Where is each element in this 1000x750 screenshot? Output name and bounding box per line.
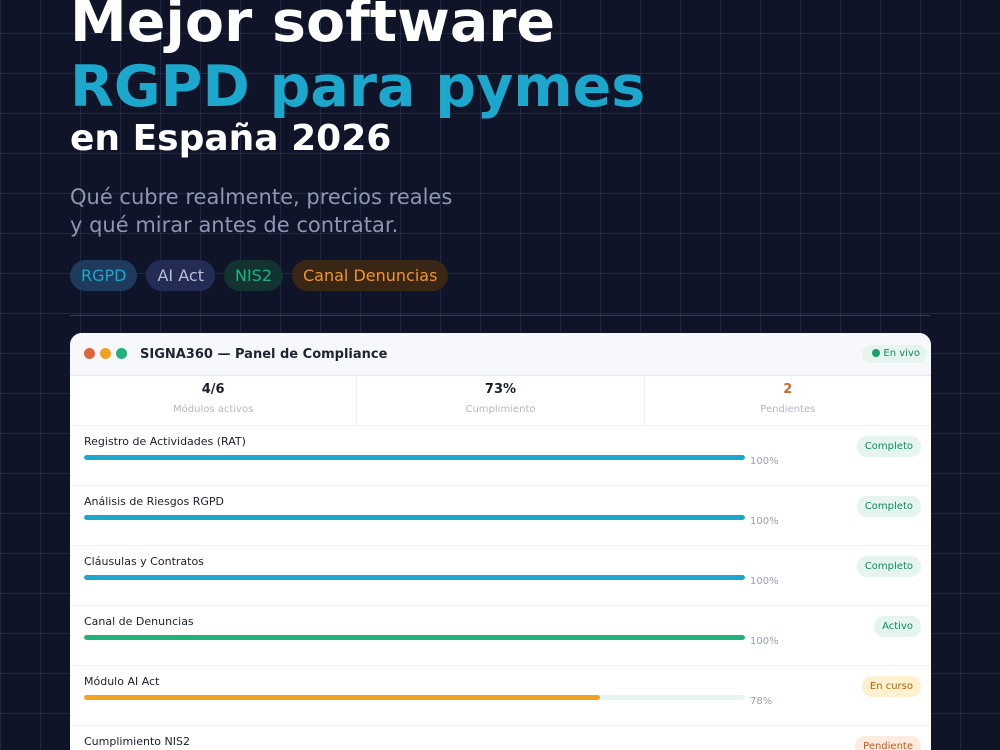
window-minimize-dot[interactable]	[100, 348, 111, 359]
module-name: Registro de Actividades (RAT)	[84, 435, 246, 448]
status-badge: Completo	[856, 556, 921, 577]
tag-ai-act[interactable]: AI Act	[146, 260, 215, 291]
module-row[interactable]: Análisis de Riesgos RGPD 100% Completo	[70, 486, 931, 546]
tag-rgpd[interactable]: RGPD	[70, 260, 138, 291]
module-row[interactable]: Cumplimiento NIS2 Pendiente	[70, 726, 931, 750]
module-row[interactable]: Cláusulas y Contratos 100% Completo	[70, 546, 931, 606]
progress-track	[84, 575, 745, 580]
progress-percent: 100%	[750, 516, 779, 527]
module-row[interactable]: Módulo AI Act 78% En curso	[70, 666, 931, 726]
page-title-line-3: en España 2026	[70, 118, 392, 159]
stat-label: Pendientes	[760, 404, 816, 415]
progress-track	[84, 455, 745, 460]
status-badge: Completo	[856, 436, 921, 457]
status-badge: En curso	[861, 676, 921, 697]
page-title-line-2: RGPD para pymes	[70, 54, 646, 120]
stat-label: Cumplimiento	[465, 404, 536, 415]
module-list: Registro de Actividades (RAT) 100% Compl…	[70, 426, 931, 750]
module-name: Cláusulas y Contratos	[84, 555, 204, 568]
page-title-line-1: Mejor software	[70, 0, 556, 55]
section-divider	[70, 315, 930, 316]
progress-percent: 78%	[750, 696, 773, 707]
module-name: Cumplimiento NIS2	[84, 735, 190, 748]
progress-percent: 100%	[750, 576, 779, 587]
subtitle-line-2: y qué mirar antes de contratar.	[70, 213, 399, 237]
progress-percent: 100%	[750, 636, 779, 647]
stat-value: 73%	[484, 382, 517, 397]
progress-bar	[84, 635, 745, 640]
module-name: Módulo AI Act	[84, 675, 160, 688]
window-maximize-dot[interactable]	[116, 348, 127, 359]
module-name: Canal de Denuncias	[84, 615, 194, 628]
module-name: Análisis de Riesgos RGPD	[84, 495, 225, 508]
stat-value: 2	[783, 382, 793, 397]
live-status-badge: En vivo	[862, 345, 927, 363]
stat-pending: 2 Pendientes	[645, 376, 931, 425]
progress-bar	[84, 515, 745, 520]
progress-track	[84, 695, 745, 700]
window-close-dot[interactable]	[84, 348, 95, 359]
progress-track	[84, 515, 745, 520]
tag-nis2[interactable]: NIS2	[223, 260, 283, 291]
progress-bar	[84, 455, 745, 460]
stat-active-modules: 4/6 Módulos activos	[70, 376, 358, 425]
progress-bar	[84, 575, 745, 580]
panel-header: SIGNA360 — Panel de Compliance En vivo	[70, 333, 931, 376]
live-status-label: En vivo	[883, 348, 920, 359]
tag-canal-denuncias[interactable]: Canal Denuncias	[292, 260, 449, 291]
stat-label: Módulos activos	[173, 404, 254, 415]
status-badge: Pendiente	[855, 736, 921, 750]
topic-tags: RGPD AI Act NIS2 Canal Denuncias	[70, 260, 449, 291]
panel-title: SIGNA360 — Panel de Compliance	[140, 347, 388, 362]
subtitle-line-1: Qué cubre realmente, precios reales	[70, 185, 453, 209]
stat-value: 4/6	[201, 382, 225, 397]
module-row[interactable]: Canal de Denuncias 100% Activo	[70, 606, 931, 666]
module-row[interactable]: Registro de Actividades (RAT) 100% Compl…	[70, 426, 931, 486]
live-dot-icon	[872, 349, 881, 357]
page-subtitle: Qué cubre realmente, precios reales y qu…	[70, 183, 452, 239]
stat-compliance: 73% Cumplimiento	[357, 376, 645, 425]
progress-bar	[84, 695, 600, 700]
status-badge: Completo	[856, 496, 921, 517]
compliance-panel: SIGNA360 — Panel de Compliance En vivo 4…	[70, 333, 931, 750]
status-badge: Activo	[874, 616, 921, 637]
progress-track	[84, 635, 745, 640]
stats-bar: 4/6 Módulos activos 73% Cumplimiento 2 P…	[70, 376, 931, 426]
progress-percent: 100%	[750, 456, 779, 467]
